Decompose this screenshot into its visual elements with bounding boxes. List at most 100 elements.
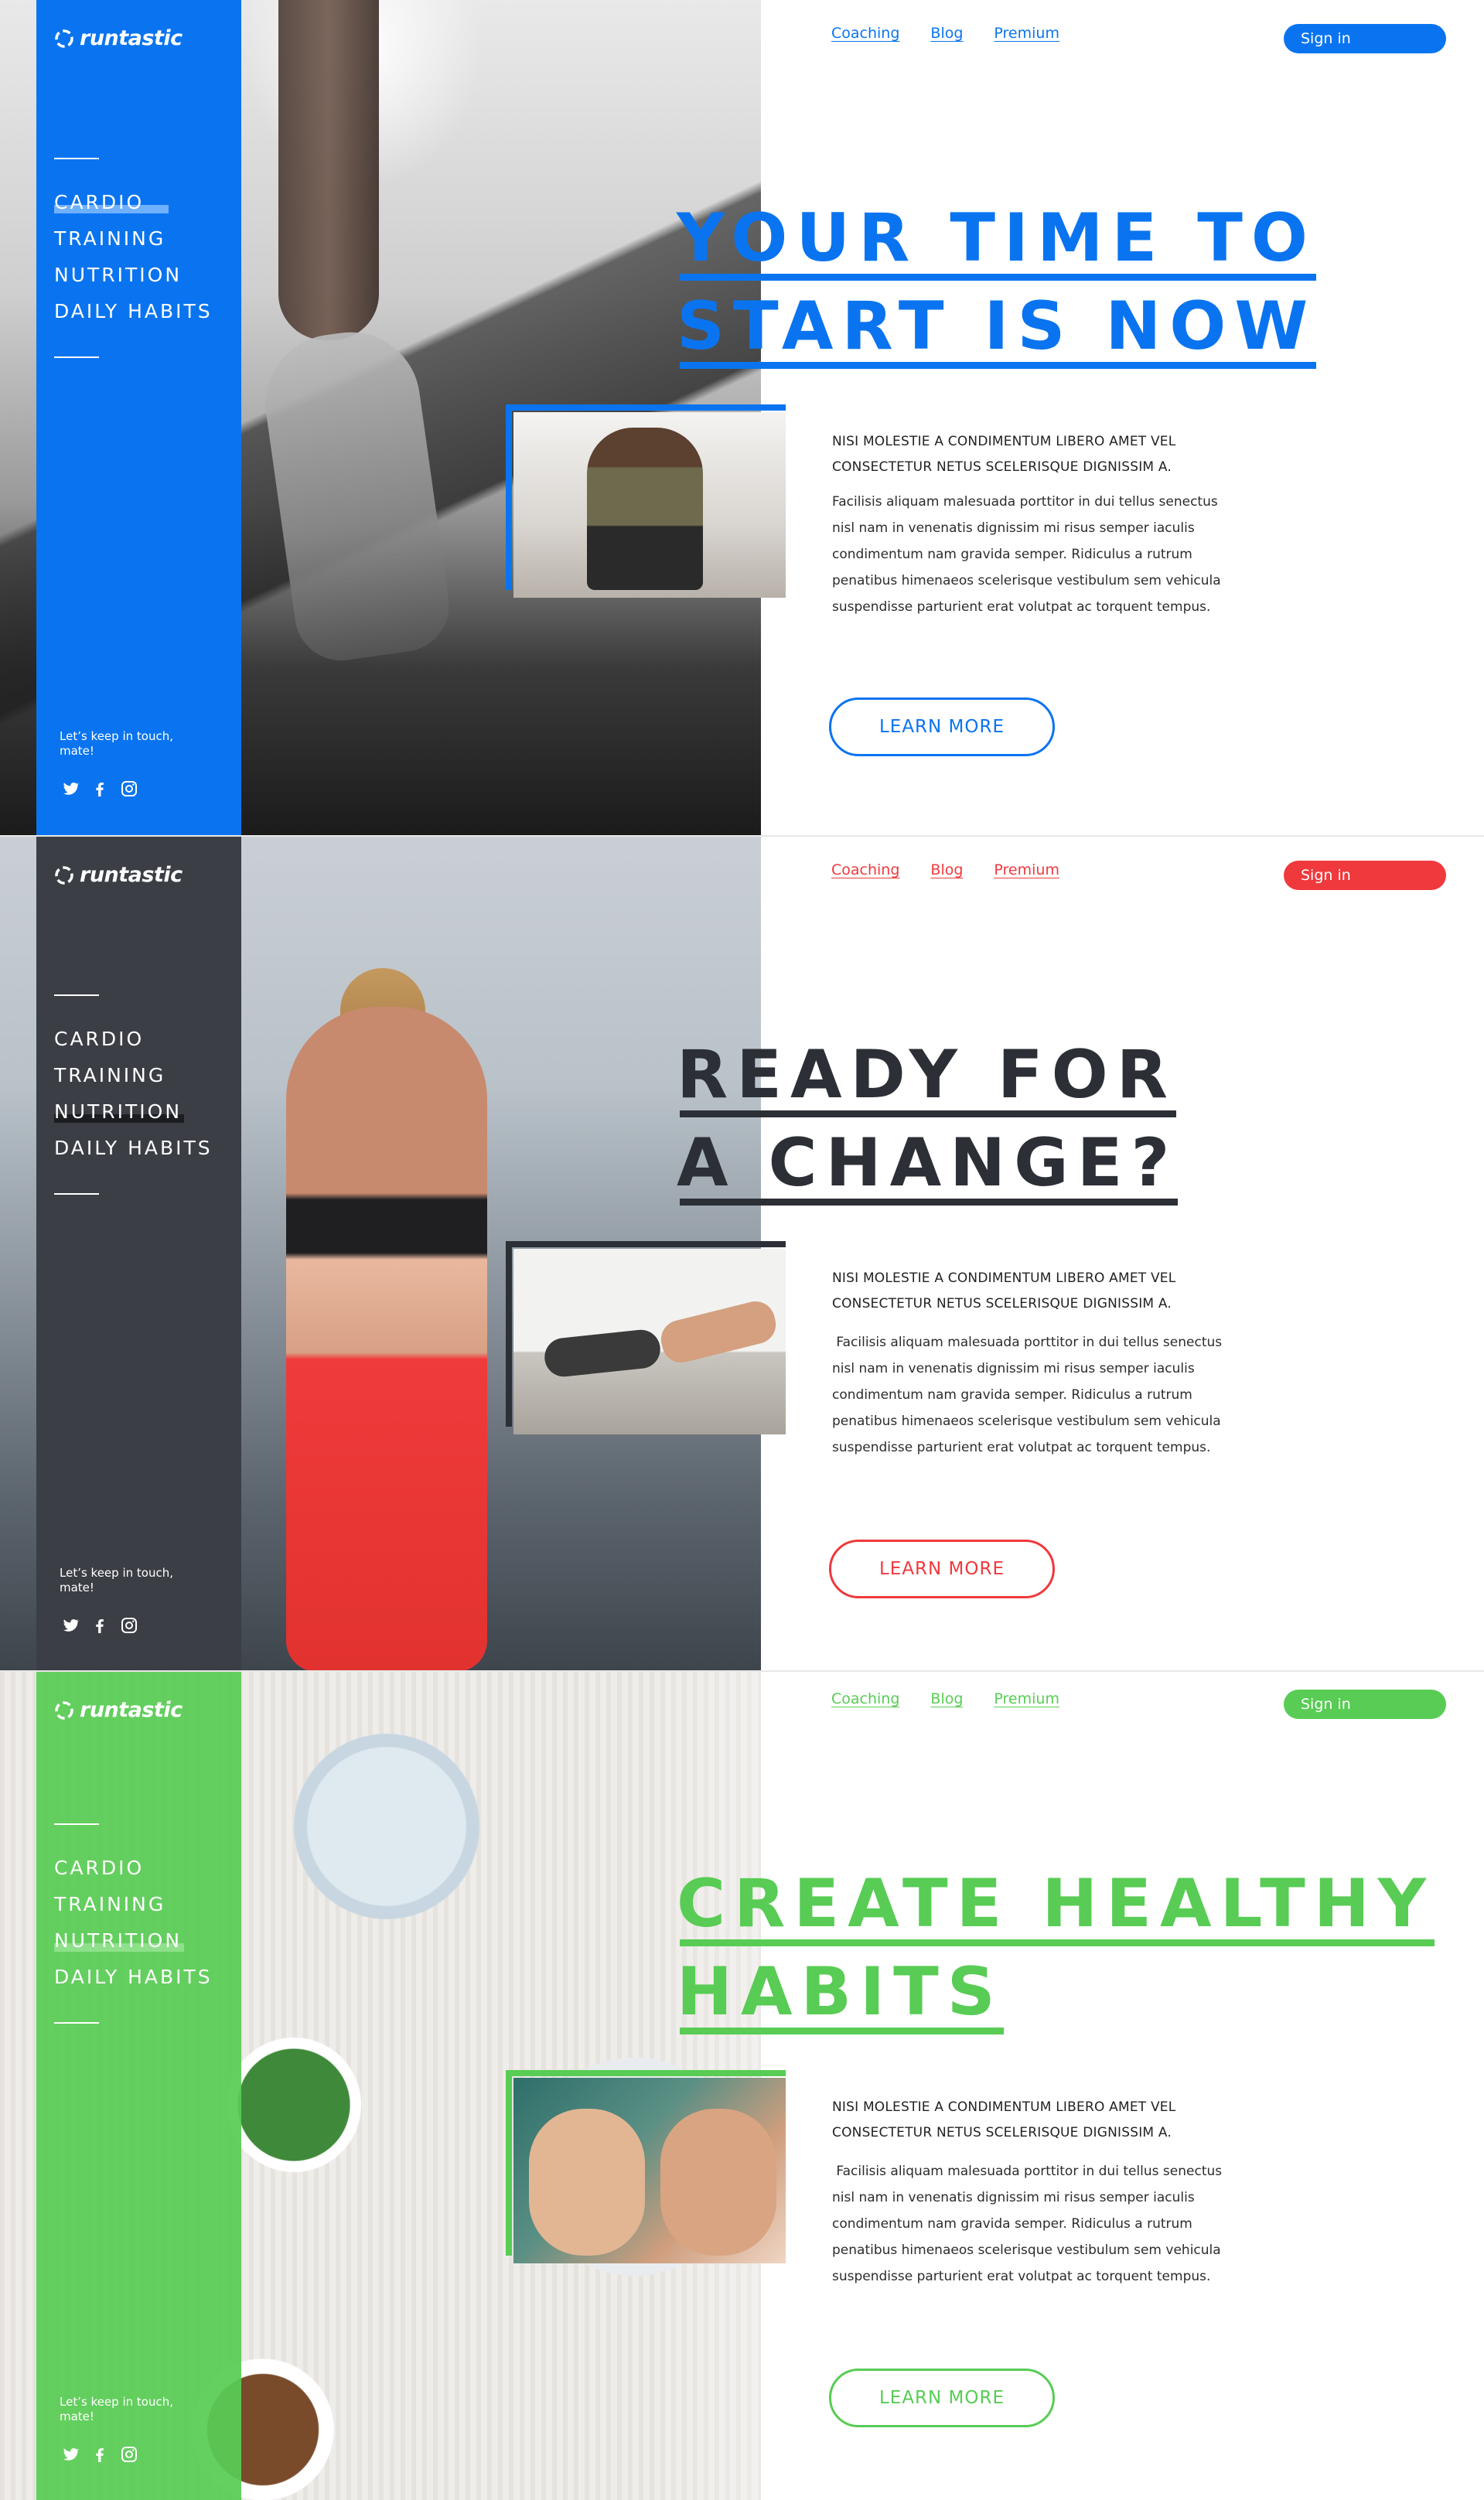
- twitter-icon[interactable]: [61, 1616, 80, 1635]
- sidebar-item-nutrition[interactable]: NUTRITION: [54, 1093, 213, 1130]
- logo[interactable]: runtastic: [53, 863, 183, 887]
- sign-in-button[interactable]: Sign in: [1284, 24, 1446, 53]
- thumbnail-frame: .s2 .thumb-frame::before,.s2 .thumb-fram…: [506, 1241, 786, 1434]
- sidebar: runtastic CARDIO TRAINING NUTRITION DAIL…: [36, 1672, 241, 2500]
- nav-link-premium[interactable]: Premium: [994, 25, 1059, 42]
- nav-link-premium[interactable]: Premium: [994, 1690, 1059, 1707]
- headline-line-2: HABITS: [677, 1948, 1004, 2036]
- sidebar-item-label: CARDIO: [54, 191, 145, 213]
- nav-link-coaching[interactable]: Coaching: [831, 1690, 899, 1707]
- keep-in-touch-text: Let’s keep in touch, mate!: [60, 2395, 173, 2423]
- sidebar-divider-bottom: [54, 356, 99, 358]
- thumbnail-frame: .s3 .thumb-frame::before,.s3 .thumb-fram…: [506, 2070, 786, 2263]
- sidebar-item-nutrition[interactable]: NUTRITION: [54, 257, 213, 293]
- sidebar-item-daily-habits[interactable]: DAILY HABITS: [54, 1959, 213, 1995]
- thumbnail-frame: .s1 .thumb-frame::before,.s1 .thumb-fram…: [506, 404, 786, 598]
- sidebar-item-training[interactable]: TRAINING: [54, 1057, 213, 1093]
- logo-text: runtastic: [80, 26, 183, 50]
- thumbnail-people-eating-image: [513, 2078, 786, 2263]
- nav-link-blog[interactable]: Blog: [930, 861, 963, 878]
- logo[interactable]: runtastic: [53, 26, 183, 50]
- social-links: [61, 779, 138, 798]
- learn-more-button[interactable]: LEARN MORE: [829, 697, 1055, 756]
- learn-more-button[interactable]: LEARN MORE: [829, 1540, 1055, 1598]
- headline-line-2: A CHANGE?: [677, 1119, 1179, 1207]
- runtastic-logo-icon: [55, 29, 73, 48]
- sidebar-menu: CARDIO TRAINING NUTRITION DAILY HABITS: [54, 1021, 213, 1166]
- instagram-icon[interactable]: [120, 779, 138, 798]
- sign-in-button[interactable]: Sign in: [1284, 1690, 1446, 1719]
- keep-in-touch-text: Let’s keep in touch, mate!: [60, 1566, 173, 1594]
- sidebar-item-daily-habits[interactable]: DAILY HABITS: [54, 293, 213, 329]
- photo-shoe: [256, 323, 455, 667]
- sidebar-item-label: DAILY HABITS: [54, 1137, 213, 1159]
- sidebar-item-cardio[interactable]: CARDIO: [54, 1021, 213, 1057]
- nav-link-blog[interactable]: Blog: [930, 25, 963, 42]
- headline-line-2: START IS NOW: [677, 282, 1317, 370]
- sidebar-item-daily-habits[interactable]: DAILY HABITS: [54, 1130, 213, 1166]
- sidebar-item-label: NUTRITION: [54, 1929, 183, 1952]
- headline: CREATE HEALTHY HABITS: [677, 1860, 1435, 2036]
- logo[interactable]: runtastic: [53, 1698, 183, 1722]
- top-nav: Coaching Blog Premium: [831, 1690, 1059, 1707]
- keep-in-touch-text: Let’s keep in touch, mate!: [60, 729, 173, 758]
- hero-section-nutrition-change: runtastic CARDIO TRAINING NUTRITION DAIL…: [0, 835, 1484, 1670]
- body-text: Facilisis aliquam malesuada porttitor in…: [832, 494, 1221, 615]
- twitter-icon[interactable]: [61, 779, 80, 798]
- body-text: Facilisis aliquam malesuada porttitor in…: [832, 2164, 1226, 2284]
- nav-link-coaching[interactable]: Coaching: [831, 861, 899, 878]
- photo-woman: [286, 1007, 487, 1670]
- sidebar: runtastic CARDIO TRAINING NUTRITION DAIL…: [36, 837, 241, 1670]
- sidebar-item-label: TRAINING: [54, 227, 166, 250]
- sidebar-item-training[interactable]: TRAINING: [54, 1886, 213, 1922]
- sidebar-item-label: TRAINING: [54, 1064, 166, 1086]
- sidebar-item-label: DAILY HABITS: [54, 300, 213, 322]
- facebook-icon[interactable]: [90, 2445, 109, 2464]
- sidebar-item-label: NUTRITION: [54, 264, 183, 286]
- instagram-icon[interactable]: [120, 2445, 138, 2464]
- intro-text: NISI MOLESTIE A CONDIMENTUM LIBERO AMET …: [832, 434, 1176, 475]
- sidebar-divider-top: [54, 158, 99, 159]
- sidebar-divider-top: [54, 1823, 99, 1825]
- social-links: [61, 2445, 138, 2464]
- sidebar-item-nutrition[interactable]: NUTRITION: [54, 1922, 213, 1959]
- hero-section-cardio: runtastic CARDIO TRAINING NUTRITION DAIL…: [0, 0, 1484, 835]
- top-nav: Coaching Blog Premium: [831, 25, 1059, 42]
- sidebar-item-label: CARDIO: [54, 1857, 145, 1879]
- sidebar-divider-top: [54, 994, 99, 996]
- facebook-icon[interactable]: [90, 779, 109, 798]
- runtastic-logo-icon: [55, 1700, 73, 1720]
- hero-section-healthy-habits: runtastic CARDIO TRAINING NUTRITION DAIL…: [0, 1670, 1484, 2500]
- nav-link-coaching[interactable]: Coaching: [831, 25, 899, 42]
- nav-link-blog[interactable]: Blog: [930, 1690, 963, 1707]
- intro-text: NISI MOLESTIE A CONDIMENTUM LIBERO AMET …: [832, 2099, 1176, 2140]
- twitter-icon[interactable]: [61, 2445, 80, 2464]
- facebook-icon[interactable]: [90, 1616, 109, 1635]
- sidebar-item-training[interactable]: TRAINING: [54, 220, 213, 257]
- social-links: [61, 1616, 138, 1635]
- sidebar-menu: CARDIO TRAINING NUTRITION DAILY HABITS: [54, 184, 213, 329]
- sidebar-item-cardio[interactable]: CARDIO: [54, 184, 213, 220]
- sidebar-item-cardio[interactable]: CARDIO: [54, 1850, 213, 1886]
- nav-link-premium[interactable]: Premium: [994, 861, 1059, 878]
- logo-text: runtastic: [80, 1698, 183, 1722]
- sign-in-button[interactable]: Sign in: [1284, 861, 1446, 890]
- logo-text: runtastic: [80, 863, 183, 887]
- sidebar-divider-bottom: [54, 1193, 99, 1195]
- sidebar-item-label: CARDIO: [54, 1028, 145, 1050]
- top-nav: Coaching Blog Premium: [831, 861, 1059, 878]
- intro-text: NISI MOLESTIE A CONDIMENTUM LIBERO AMET …: [832, 1270, 1176, 1311]
- sidebar-item-label: NUTRITION: [54, 1100, 183, 1123]
- headline-line-1: CREATE HEALTHY: [677, 1860, 1435, 1948]
- runtastic-logo-icon: [55, 865, 73, 885]
- learn-more-button[interactable]: LEARN MORE: [829, 2369, 1055, 2427]
- sidebar: runtastic CARDIO TRAINING NUTRITION DAIL…: [36, 0, 241, 835]
- sidebar-item-label: DAILY HABITS: [54, 1966, 213, 1988]
- sidebar-menu: CARDIO TRAINING NUTRITION DAILY HABITS: [54, 1850, 213, 1995]
- photo-arm: [278, 0, 379, 340]
- headline-line-1: YOUR TIME TO: [677, 194, 1317, 282]
- thumbnail-pushups-image: [513, 1249, 786, 1434]
- headline: YOUR TIME TO START IS NOW: [677, 194, 1317, 370]
- instagram-icon[interactable]: [120, 1616, 138, 1635]
- body-text: Facilisis aliquam malesuada porttitor in…: [832, 1335, 1226, 1455]
